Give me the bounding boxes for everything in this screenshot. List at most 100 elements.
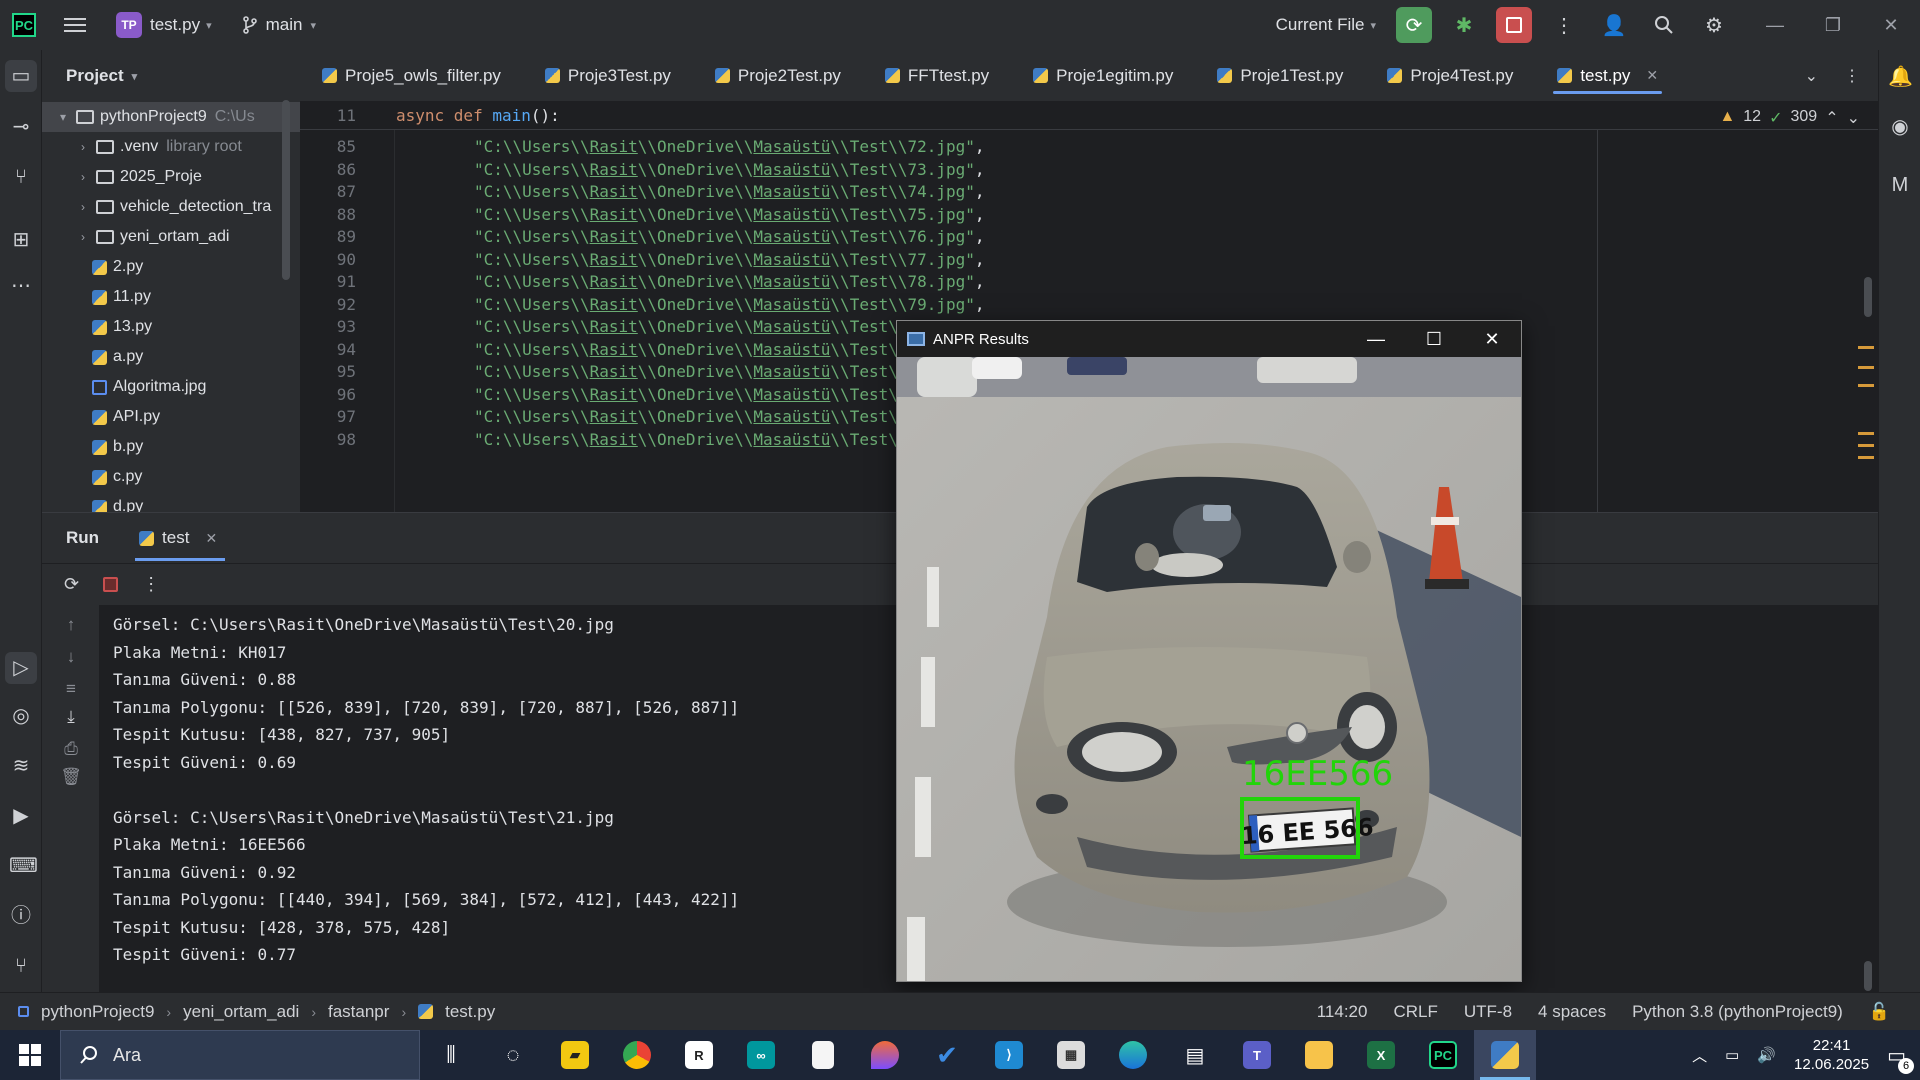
- anpr-results-window[interactable]: ANPR Results — ☐ ✕ 16 EE 566 16EE566: [896, 320, 1522, 982]
- warning-marker[interactable]: [1858, 432, 1874, 435]
- cursor-position[interactable]: 114:20: [1317, 1002, 1368, 1022]
- volume-icon[interactable]: 🔊: [1757, 1046, 1776, 1064]
- editor-tab[interactable]: FFTtest.py: [863, 50, 1011, 102]
- close-icon[interactable]: ✕: [205, 530, 217, 547]
- warning-marker[interactable]: [1858, 456, 1874, 459]
- breadcrumb-item[interactable]: yeni_ortam_adi: [183, 1002, 299, 1022]
- stop-button[interactable]: [1496, 7, 1532, 43]
- taskbar-app[interactable]: PC: [1412, 1030, 1474, 1080]
- taskbar-app[interactable]: [1102, 1030, 1164, 1080]
- tabs-dropdown-icon[interactable]: ⌄: [1805, 66, 1818, 86]
- window-minimize-button[interactable]: —: [1746, 15, 1804, 36]
- tree-item[interactable]: c.py: [42, 462, 300, 492]
- editor-tab[interactable]: Proje1egitim.py: [1011, 50, 1195, 102]
- notifications-icon[interactable]: 🔔: [1888, 64, 1913, 88]
- project-panel-header[interactable]: Project ▾: [42, 50, 300, 102]
- taskbar-app[interactable]: ▦: [1040, 1030, 1102, 1080]
- taskbar-app[interactable]: R: [668, 1030, 730, 1080]
- breadcrumb-item[interactable]: fastanpr: [328, 1002, 389, 1022]
- taskbar-app[interactable]: ◌: [482, 1030, 544, 1080]
- editor-tab[interactable]: Proje5_owls_filter.py: [300, 50, 523, 102]
- taskbar-app[interactable]: ▤: [1164, 1030, 1226, 1080]
- breadcrumb-item[interactable]: test.py: [445, 1002, 495, 1022]
- commit-icon[interactable]: ⊸: [9, 115, 33, 139]
- taskbar-app[interactable]: ∞: [730, 1030, 792, 1080]
- python-interpreter[interactable]: Python 3.8 (pythonProject9): [1632, 1002, 1843, 1022]
- tree-item[interactable]: b.py: [42, 432, 300, 462]
- more-tools-icon[interactable]: ⋯: [9, 274, 33, 298]
- tree-item[interactable]: › yeni_ortam_adi: [42, 222, 300, 252]
- project-folder-icon[interactable]: ▭: [5, 60, 37, 92]
- taskbar-app[interactable]: [606, 1030, 668, 1080]
- tree-item[interactable]: › 2025_Proje: [42, 162, 300, 192]
- console-output[interactable]: Görsel: C:\Users\Rasit\OneDrive\Masaüstü…: [113, 611, 739, 969]
- editor-tab[interactable]: Proje2Test.py: [693, 50, 863, 102]
- project-badge[interactable]: TP: [116, 12, 142, 38]
- main-menu-icon[interactable]: [64, 18, 86, 32]
- breadcrumb-item[interactable]: pythonProject9: [41, 1002, 154, 1022]
- anpr-minimize-button[interactable]: —: [1347, 321, 1405, 357]
- layers-icon[interactable]: ≋: [9, 754, 33, 778]
- run-tool-icon[interactable]: ▷: [5, 652, 37, 684]
- structure-icon[interactable]: ⊞: [9, 228, 33, 252]
- git-icon[interactable]: ⑂: [9, 954, 33, 978]
- lock-icon[interactable]: 🔓: [1869, 1002, 1890, 1022]
- clock[interactable]: 22:41 12.06.2025: [1794, 1036, 1869, 1074]
- chevron-down-icon[interactable]: ⌄: [1847, 108, 1860, 128]
- file-encoding[interactable]: UTF-8: [1464, 1002, 1512, 1022]
- anpr-maximize-button[interactable]: ☐: [1405, 321, 1463, 357]
- chevron-up-icon[interactable]: ︿: [1692, 1045, 1707, 1066]
- terminal-icon[interactable]: ⌨: [9, 854, 38, 878]
- pull-request-icon[interactable]: ⑂: [9, 165, 33, 189]
- battery-icon[interactable]: ▭: [1725, 1046, 1739, 1064]
- arrow-up-icon[interactable]: ↑: [60, 615, 82, 635]
- taskbar-app-active[interactable]: [1474, 1030, 1536, 1080]
- anpr-title-bar[interactable]: ANPR Results — ☐ ✕: [897, 321, 1521, 357]
- tree-item[interactable]: a.py: [42, 342, 300, 372]
- python-console-icon[interactable]: ◎: [9, 704, 33, 728]
- ai-assistant-icon[interactable]: ◉: [1888, 114, 1912, 138]
- trash-icon[interactable]: 🗑: [60, 767, 82, 787]
- notification-center-button[interactable]: ▭ 6: [1887, 1043, 1914, 1074]
- rerun-button[interactable]: ⟳: [1396, 7, 1432, 43]
- code-with-me-button[interactable]: 👤: [1596, 7, 1632, 43]
- markdown-icon[interactable]: M: [1888, 174, 1912, 198]
- warning-marker[interactable]: [1858, 366, 1874, 369]
- run-tab-test[interactable]: test ✕: [135, 513, 226, 563]
- window-maximize-button[interactable]: ❐: [1804, 15, 1862, 36]
- project-scrollbar[interactable]: [282, 100, 290, 280]
- taskbar-app[interactable]: T: [1226, 1030, 1288, 1080]
- console-scrollbar[interactable]: [1864, 961, 1872, 991]
- search-everywhere-button[interactable]: [1646, 7, 1682, 43]
- run-config-selector[interactable]: Current File ▾: [1276, 15, 1376, 35]
- tree-item[interactable]: › vehicle_detection_tra: [42, 192, 300, 222]
- editor-tab[interactable]: Proje4Test.py: [1365, 50, 1535, 102]
- print-icon[interactable]: ⎙: [60, 739, 82, 759]
- taskbar-app[interactable]: ▰: [544, 1030, 606, 1080]
- editor-tab[interactable]: Proje3Test.py: [523, 50, 693, 102]
- tree-item[interactable]: 13.py: [42, 312, 300, 342]
- editor-tab[interactable]: test.py ✕: [1535, 50, 1680, 102]
- arrow-down-icon[interactable]: ↓: [60, 647, 82, 667]
- taskbar-app[interactable]: X: [1350, 1030, 1412, 1080]
- problems-icon[interactable]: ⓘ: [9, 904, 33, 928]
- warning-marker[interactable]: [1858, 384, 1874, 387]
- stop-icon[interactable]: [103, 577, 119, 592]
- settings-button[interactable]: ⚙: [1696, 7, 1732, 43]
- taskbar-app[interactable]: [1288, 1030, 1350, 1080]
- soft-wrap-icon[interactable]: ≡: [60, 679, 82, 699]
- tabs-more-icon[interactable]: ⋮: [1844, 66, 1860, 86]
- warning-marker[interactable]: [1858, 444, 1874, 447]
- rerun-icon[interactable]: ⟳: [64, 574, 79, 595]
- more-actions-button[interactable]: ⋮: [1546, 7, 1582, 43]
- indent-setting[interactable]: 4 spaces: [1538, 1002, 1606, 1022]
- tree-item[interactable]: Algoritma.jpg: [42, 372, 300, 402]
- anpr-close-button[interactable]: ✕: [1463, 321, 1521, 357]
- editor-tab[interactable]: Proje1Test.py: [1195, 50, 1365, 102]
- taskbar-app[interactable]: [792, 1030, 854, 1080]
- tree-item[interactable]: 2.py: [42, 252, 300, 282]
- taskbar-search[interactable]: Ara: [60, 1030, 420, 1080]
- tree-item[interactable]: › .venv library root: [42, 132, 300, 162]
- editor-scrollbar[interactable]: [1864, 277, 1872, 317]
- line-separator[interactable]: CRLF: [1393, 1002, 1437, 1022]
